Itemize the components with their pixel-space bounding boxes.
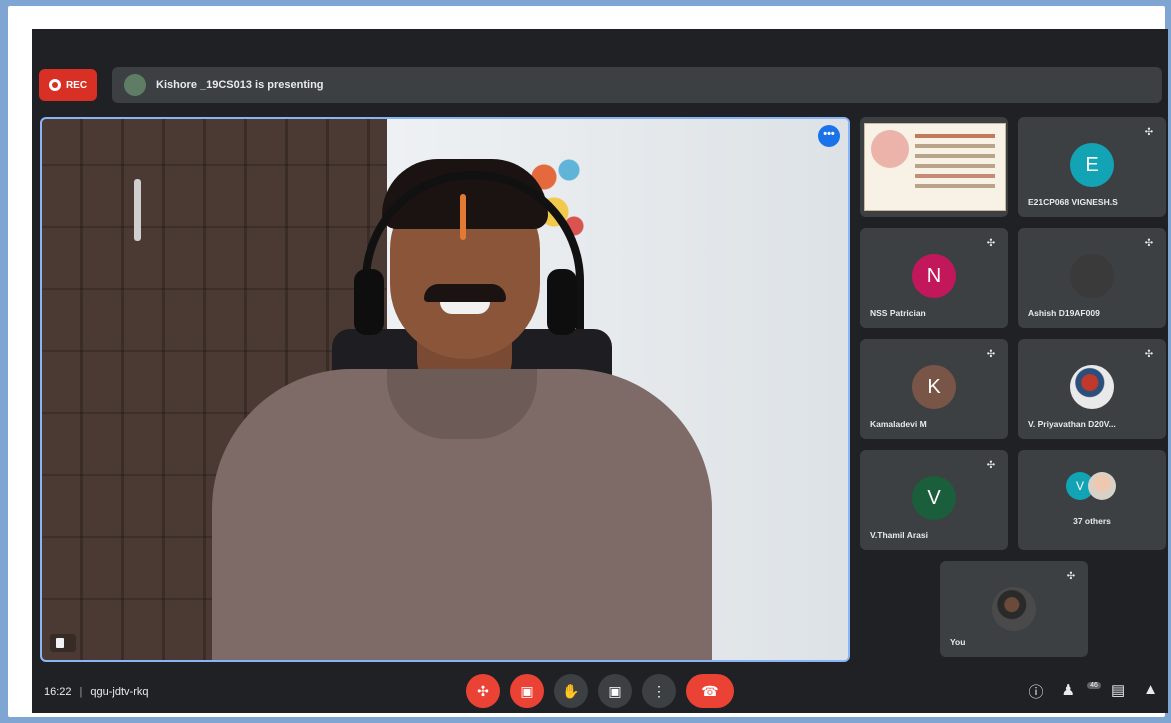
meeting-side-controls: ⓘ ♟ 46 ▤ ▲ bbox=[1029, 681, 1158, 702]
headset-earcup-right bbox=[547, 269, 577, 335]
leave-call-button[interactable]: ☎ bbox=[686, 674, 734, 708]
mic-off-icon: ✣ bbox=[986, 459, 996, 471]
raise-hand-button[interactable]: ✋ bbox=[554, 674, 588, 708]
participant-tile[interactable]: ✣ Ashish D19AF009 bbox=[1018, 228, 1166, 328]
participant-tile[interactable]: ✣ V. Priyavathan D20V... bbox=[1018, 339, 1166, 439]
activities-button[interactable]: ▲ bbox=[1143, 681, 1158, 702]
others-count: 37 others bbox=[1073, 516, 1111, 526]
mic-off-icon: ✣ bbox=[986, 348, 996, 360]
more-options-button[interactable]: ⋮ bbox=[642, 674, 676, 708]
presenting-banner[interactable]: Kishore _19CS013 is presenting bbox=[112, 67, 1162, 103]
mic-off-icon: ✣ bbox=[477, 682, 489, 699]
mic-toggle-button[interactable]: ✣ bbox=[466, 674, 500, 708]
shared-screen-thumbnail bbox=[864, 123, 1006, 211]
present-button[interactable]: ▣ bbox=[598, 674, 632, 708]
participant-avatar: E bbox=[1070, 143, 1114, 187]
meet-window: REC Kishore _19CS013 is presenting ••• ✣… bbox=[32, 29, 1168, 713]
bottom-control-bar: 16:22 | qgu-jdtv-rkq ✣ ▣ ✋ ▣ ⋮ ☎ ⓘ ♟ 46 … bbox=[32, 673, 1168, 713]
presenter-avatar bbox=[124, 74, 146, 96]
presenting-text: Kishore _19CS013 is presenting bbox=[156, 79, 324, 91]
participant-tile-screen-share[interactable] bbox=[860, 117, 1008, 217]
screenshot-frame: REC Kishore _19CS013 is presenting ••• ✣… bbox=[8, 6, 1168, 717]
participant-avatar bbox=[1088, 472, 1116, 500]
chat-icon: ▤ bbox=[1110, 682, 1126, 699]
record-icon bbox=[48, 79, 61, 91]
mic-off-icon: ✣ bbox=[1144, 237, 1154, 249]
participant-avatar: N bbox=[912, 254, 956, 298]
participant-avatar: V bbox=[912, 476, 956, 520]
participant-tile[interactable]: ✣ K Kamaladevi M bbox=[860, 339, 1008, 439]
participant-tile-others[interactable]: V 37 others bbox=[1018, 450, 1166, 550]
participant-name: E21CP068 VIGNESH.S bbox=[1028, 197, 1118, 207]
mic-off-icon: ✣ bbox=[986, 237, 996, 249]
self-view-tile[interactable]: ✣ You bbox=[940, 561, 1088, 657]
self-name: You bbox=[950, 637, 966, 647]
participant-name: Kamaladevi M bbox=[870, 419, 927, 429]
people-button[interactable]: ♟ 46 bbox=[1061, 681, 1101, 702]
self-avatar bbox=[992, 587, 1036, 631]
recording-label: REC bbox=[65, 79, 88, 91]
call-end-icon: ☎ bbox=[701, 682, 719, 699]
more-vert-icon: ⋮ bbox=[652, 682, 666, 699]
info-button[interactable]: ⓘ bbox=[1029, 681, 1044, 702]
participant-name: Ashish D19AF009 bbox=[1028, 308, 1100, 318]
info-icon: ⓘ bbox=[1028, 684, 1044, 701]
camera-toggle-button[interactable]: ▣ bbox=[510, 674, 544, 708]
speaker-name-tag bbox=[50, 634, 76, 652]
people-count-badge: 46 bbox=[1087, 682, 1101, 689]
top-strip bbox=[32, 29, 1168, 63]
activities-icon: ▲ bbox=[1143, 681, 1158, 698]
present-screen-icon: ▣ bbox=[608, 682, 622, 699]
pin-icon bbox=[56, 638, 64, 648]
participant-name: V.Thamil Arasi bbox=[870, 530, 928, 540]
mic-off-icon: ✣ bbox=[1144, 348, 1154, 360]
main-speaker-video[interactable]: ••• bbox=[40, 117, 850, 662]
participant-avatar bbox=[1070, 254, 1114, 298]
participant-name: V. Priyavathan D20V... bbox=[1028, 419, 1116, 429]
people-icon: ♟ bbox=[1061, 682, 1075, 699]
more-options-button[interactable]: ••• bbox=[818, 125, 840, 147]
participant-avatar bbox=[1070, 365, 1114, 409]
meeting-info: 16:22 | qgu-jdtv-rkq bbox=[44, 686, 148, 698]
participant-name: NSS Patrician bbox=[870, 308, 926, 318]
mic-off-icon: ✣ bbox=[1066, 570, 1076, 582]
video-background-handle bbox=[134, 179, 141, 241]
chat-button[interactable]: ▤ bbox=[1111, 681, 1125, 702]
others-avatar-stack: V bbox=[1066, 470, 1126, 506]
clock-time: 16:22 bbox=[44, 686, 72, 698]
meeting-code[interactable]: qgu-jdtv-rkq bbox=[90, 686, 148, 698]
headset-earcup-left bbox=[354, 269, 384, 335]
separator: | bbox=[79, 686, 83, 698]
hand-icon: ✋ bbox=[562, 682, 580, 699]
recording-indicator: REC bbox=[39, 69, 97, 101]
camera-off-icon: ▣ bbox=[520, 682, 534, 699]
mic-off-icon: ✣ bbox=[1144, 126, 1154, 138]
participant-avatar: K bbox=[912, 365, 956, 409]
participant-tile[interactable]: ✣ V V.Thamil Arasi bbox=[860, 450, 1008, 550]
participant-tile[interactable]: ✣ N NSS Patrician bbox=[860, 228, 1008, 328]
participant-tile[interactable]: ✣ E E21CP068 VIGNESH.S bbox=[1018, 117, 1166, 217]
